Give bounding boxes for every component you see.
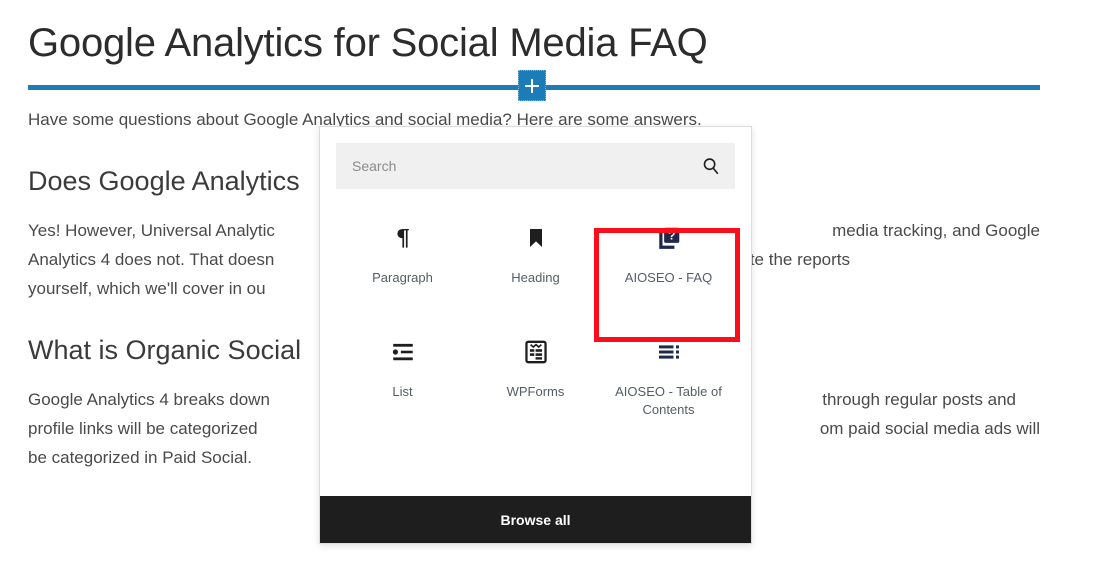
separator-block: [28, 82, 1040, 92]
block-item-list[interactable]: List: [336, 323, 469, 435]
section-2-line-2-left: profile links will be categorized: [28, 414, 258, 443]
block-inserter-popover: ¶ Paragraph Heading: [319, 126, 752, 544]
block-label-list: List: [392, 383, 412, 401]
section-2-line-1-left: Google Analytics 4 breaks down: [28, 385, 270, 414]
block-label-aioseo-faq: AIOSEO - FAQ: [625, 269, 712, 287]
block-label-heading: Heading: [511, 269, 559, 287]
block-grid: ¶ Paragraph Heading: [336, 209, 735, 435]
section-1-line-1-left: Yes! However, Universal Analytic: [28, 216, 275, 245]
block-label-wpforms: WPForms: [507, 383, 565, 401]
svg-text:¶: ¶: [395, 226, 409, 251]
section-1-line-2-left: Analytics 4 does not. That doesn: [28, 245, 274, 274]
search-input[interactable]: [352, 158, 701, 174]
section-2-line-1-right: through regular posts and: [822, 385, 1040, 414]
list-icon: [388, 337, 418, 367]
svg-text:?: ?: [668, 228, 675, 242]
plus-icon-vertical: [531, 79, 533, 93]
block-item-aioseo-faq[interactable]: ? AIOSEO - FAQ: [602, 209, 735, 321]
page-title[interactable]: Google Analytics for Social Media FAQ: [28, 18, 1040, 68]
section-2-line-2-right: om paid social media ads will: [820, 414, 1040, 443]
inline-block-inserter-button[interactable]: [518, 70, 546, 101]
heading-bookmark-icon: [521, 223, 551, 253]
paragraph-icon: ¶: [388, 223, 418, 253]
aioseo-faq-icon: ?: [654, 223, 684, 253]
table-of-contents-icon: [654, 337, 684, 367]
search-field[interactable]: [336, 143, 735, 189]
section-1-line-1-right: media tracking, and Google: [832, 216, 1040, 245]
browse-all-button[interactable]: Browse all: [320, 496, 751, 543]
wpforms-icon: [521, 337, 551, 367]
inserter-body: ¶ Paragraph Heading: [320, 127, 751, 496]
block-label-paragraph: Paragraph: [372, 269, 433, 287]
block-item-paragraph[interactable]: ¶ Paragraph: [336, 209, 469, 321]
block-label-aioseo-toc: AIOSEO - Table of Contents: [613, 383, 725, 419]
search-icon[interactable]: [701, 156, 721, 176]
block-item-wpforms[interactable]: WPForms: [469, 323, 602, 435]
block-item-aioseo-toc[interactable]: AIOSEO - Table of Contents: [602, 323, 735, 435]
block-item-heading[interactable]: Heading: [469, 209, 602, 321]
